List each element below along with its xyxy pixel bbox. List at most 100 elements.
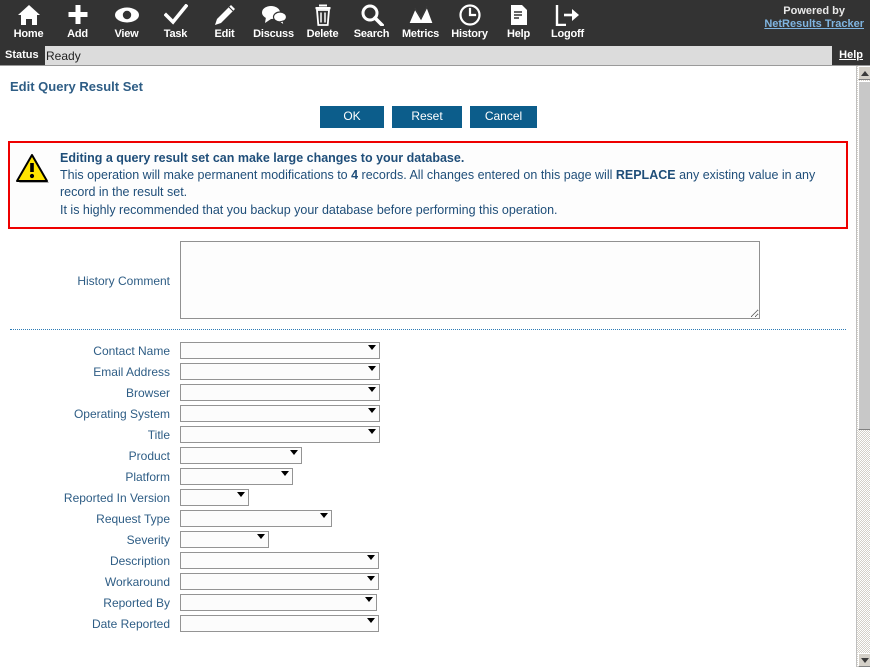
- form-row: Description: [0, 552, 856, 569]
- form-row: Request Type: [0, 510, 856, 527]
- help-link[interactable]: Help: [832, 46, 870, 65]
- toolbar-item-metrics[interactable]: Metrics: [396, 0, 445, 46]
- field-dropdown-wrapper: [180, 384, 380, 401]
- cancel-button[interactable]: Cancel: [470, 106, 537, 128]
- field-dropdown-wrapper: [180, 405, 380, 422]
- field-dropdown[interactable]: [180, 426, 380, 443]
- document-icon: [505, 3, 533, 27]
- powered-by-label: Powered by: [783, 5, 846, 17]
- toolbar-item-help[interactable]: Help: [494, 0, 543, 46]
- field-dropdown[interactable]: [180, 552, 379, 569]
- field-dropdown[interactable]: [180, 468, 293, 485]
- vertical-scrollbar[interactable]: [856, 66, 870, 667]
- field-dropdown[interactable]: [180, 489, 249, 506]
- ok-button[interactable]: OK: [320, 106, 384, 128]
- speech-bubbles-icon: [260, 3, 288, 27]
- netresults-tracker-link[interactable]: NetResults Tracker: [764, 18, 864, 31]
- field-dropdown[interactable]: [180, 342, 380, 359]
- history-comment-row: History Comment: [0, 241, 856, 319]
- field-dropdown-wrapper: [180, 594, 377, 611]
- form-row: Title: [0, 426, 856, 443]
- toolbar-item-label: History: [451, 28, 488, 40]
- field-dropdown-wrapper: [180, 510, 332, 527]
- field-dropdown[interactable]: [180, 510, 332, 527]
- field-dropdown-wrapper: [180, 342, 380, 359]
- logout-icon: [554, 3, 582, 27]
- field-label: Contact Name: [93, 343, 170, 358]
- field-dropdown[interactable]: [180, 615, 379, 632]
- toolbar-item-label: Metrics: [401, 28, 440, 40]
- field-dropdown-wrapper: [180, 426, 380, 443]
- form-row: Operating System: [0, 405, 856, 422]
- field-label: Product: [128, 448, 170, 463]
- field-dropdown-wrapper: [180, 447, 302, 464]
- toolbar-item-label: Help: [506, 28, 531, 40]
- scroll-down-arrow-icon[interactable]: [858, 653, 870, 667]
- toolbar-item-task[interactable]: Task: [151, 0, 200, 46]
- toolbar-item-label: Discuss: [253, 28, 294, 40]
- history-comment-label: History Comment: [77, 274, 170, 288]
- field-dropdown[interactable]: [180, 405, 380, 422]
- field-label: Operating System: [73, 406, 170, 421]
- trash-icon: [309, 3, 337, 27]
- toolbar-item-label: Delete: [306, 28, 339, 40]
- toolbar-item-edit[interactable]: Edit: [200, 0, 249, 46]
- toolbar-item-label: Edit: [214, 28, 235, 40]
- toolbar-item-delete[interactable]: Delete: [298, 0, 347, 46]
- eye-icon: [113, 3, 141, 27]
- warning-triangle-icon: [16, 150, 60, 219]
- toolbar-item-discuss[interactable]: Discuss: [249, 0, 298, 46]
- toolbar-item-label: Task: [163, 28, 188, 40]
- toolbar-item-add[interactable]: Add: [53, 0, 102, 46]
- status-label: Status: [0, 46, 45, 65]
- field-dropdown[interactable]: [180, 531, 269, 548]
- page-content: Edit Query Result Set OK Reset Cancel Ed…: [0, 67, 856, 667]
- field-dropdown-wrapper: [180, 573, 379, 590]
- field-label: Browser: [125, 385, 170, 400]
- field-dropdown[interactable]: [180, 594, 377, 611]
- reset-button[interactable]: Reset: [392, 106, 462, 128]
- field-label: Platform: [125, 469, 170, 484]
- toolbar-item-label: View: [114, 28, 139, 40]
- form-row: Reported In Version: [0, 489, 856, 506]
- form-row: Date Reported: [0, 615, 856, 632]
- toolbar-item-logoff[interactable]: Logoff: [543, 0, 592, 46]
- section-divider: [10, 329, 846, 330]
- form-row: Reported By: [0, 594, 856, 611]
- toolbar-item-label: Add: [67, 28, 88, 40]
- toolbar-item-view[interactable]: View: [102, 0, 151, 46]
- toolbar-item-search[interactable]: Search: [347, 0, 396, 46]
- field-label: Reported In Version: [63, 490, 170, 505]
- field-dropdown[interactable]: [180, 384, 380, 401]
- field-label: Request Type: [96, 511, 170, 526]
- pencil-icon: [211, 3, 239, 27]
- warning-emphasis: REPLACE: [615, 168, 676, 182]
- field-dropdown-wrapper: [180, 615, 379, 632]
- clock-icon: [456, 3, 484, 27]
- toolbar-item-label: Logoff: [550, 28, 584, 40]
- form-row: Product: [0, 447, 856, 464]
- form-row: Platform: [0, 468, 856, 485]
- toolbar-items: Home Add View Task Edit Discuss Delete Search Me…: [0, 0, 870, 46]
- field-dropdown[interactable]: [180, 363, 380, 380]
- field-dropdown-wrapper: [180, 363, 380, 380]
- form-row: Severity: [0, 531, 856, 548]
- field-dropdown[interactable]: [180, 447, 302, 464]
- plus-icon: [64, 3, 92, 27]
- toolbar-item-home[interactable]: Home: [4, 0, 53, 46]
- warning-headline: Editing a query result set can make larg…: [60, 151, 465, 165]
- field-label: Date Reported: [91, 616, 170, 631]
- form-row: Workaround: [0, 573, 856, 590]
- scroll-up-arrow-icon[interactable]: [858, 66, 870, 80]
- field-dropdown[interactable]: [180, 573, 379, 590]
- scrollbar-thumb[interactable]: [858, 81, 870, 430]
- toolbar-item-label: Home: [13, 28, 44, 40]
- magnifier-icon: [358, 3, 386, 27]
- top-toolbar: Home Add View Task Edit Discuss Delete Search Me…: [0, 0, 870, 46]
- field-rows: Contact Name Email Address Browser Operatin…: [0, 342, 856, 632]
- history-comment-textarea[interactable]: [180, 241, 760, 319]
- toolbar-item-history[interactable]: History: [445, 0, 494, 46]
- status-value: Ready: [46, 49, 81, 63]
- field-label: Workaround: [104, 574, 170, 589]
- edit-form: History Comment Contact Name Email Addres…: [0, 241, 856, 632]
